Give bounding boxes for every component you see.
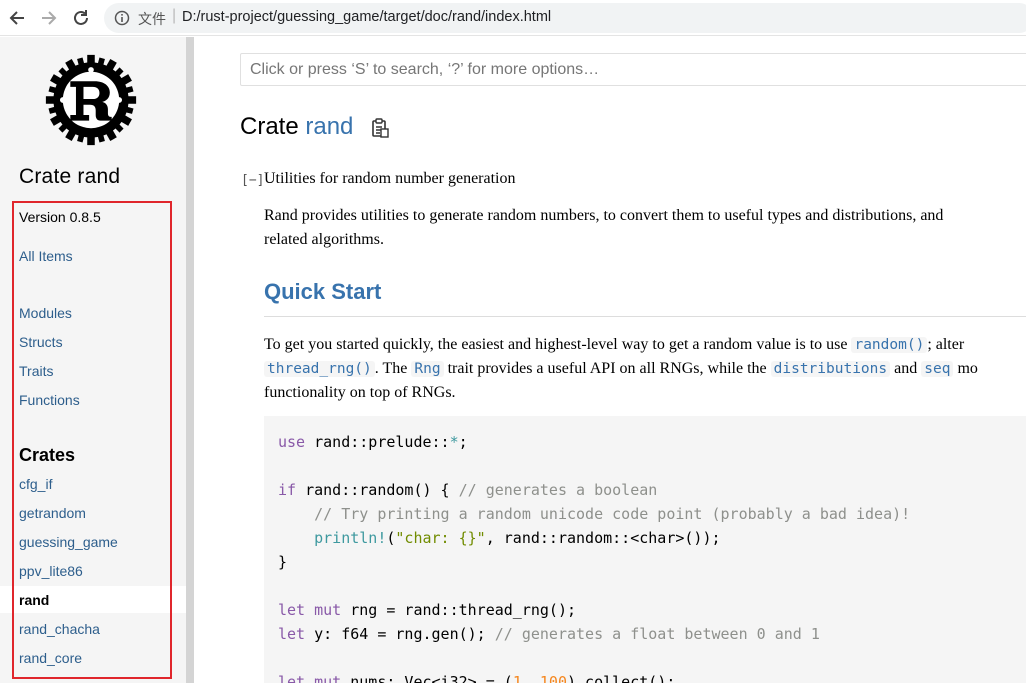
qs-text: trait provides a useful API on all RNGs,… — [443, 360, 771, 377]
sidebar: Crate rand Version 0.8.5 All Items Modul… — [0, 37, 186, 683]
sidebar-crate-title[interactable]: Crate rand — [19, 165, 120, 189]
copy-path-icon[interactable] — [371, 118, 389, 138]
sidebar-version: Version 0.8.5 — [19, 209, 101, 225]
search-input[interactable]: Click or press ‘S’ to search, ‘?’ for mo… — [240, 53, 1026, 86]
code-string: "char: {}" — [395, 529, 486, 547]
quick-start-line-3: functionality on top of RNGs. — [264, 384, 456, 401]
code-operator: .. — [521, 673, 540, 683]
code-text: rng = rand::thread_rng(); — [341, 601, 577, 619]
sidebar-item-modules[interactable]: Modules — [19, 305, 72, 321]
code-keyword: use — [278, 433, 306, 451]
sidebar-item-functions[interactable]: Functions — [19, 392, 80, 408]
code-keyword: mut — [314, 673, 342, 683]
code-text: ; — [458, 433, 468, 451]
page-title: Crate rand — [240, 113, 353, 141]
address-bar[interactable]: 文件 | D:/rust-project/guessing_game/targe… — [104, 3, 1026, 33]
collapse-toggle[interactable]: [−] — [241, 173, 264, 188]
code-text: , rand::random::<char>()); — [485, 529, 721, 547]
sidebar-crate-rand-chacha[interactable]: rand_chacha — [19, 621, 100, 637]
arrow-right-icon — [42, 11, 57, 25]
reload-icon — [74, 10, 88, 25]
rust-logo-icon[interactable] — [44, 53, 138, 147]
sidebar-item-traits[interactable]: Traits — [19, 363, 53, 379]
qs-text: . The — [374, 360, 412, 377]
code-macro: println! — [314, 529, 387, 547]
code-text: ).collect(); — [567, 673, 676, 683]
quick-start-line-1: To get you started quickly, the easiest … — [264, 333, 964, 357]
sidebar-crate-getrandom[interactable]: getrandom — [19, 505, 86, 521]
intro-paragraph-line-2: related algorithms. — [264, 231, 384, 248]
page-title-prefix: Crate — [240, 113, 306, 140]
thread-rng-link[interactable]: thread_rng() — [264, 361, 375, 377]
code-line: } — [278, 553, 288, 571]
code-comment: // Try printing a random unicode code po… — [314, 505, 911, 523]
code-number: 1 — [512, 673, 522, 683]
intro-paragraph-line-1: Rand provides utilities to generate rand… — [264, 207, 944, 224]
code-comment: // generates a boolean — [458, 481, 658, 499]
rng-trait-link[interactable]: Rng — [411, 361, 444, 377]
code-line: println!("char: {}", rand::random::<char… — [278, 529, 721, 547]
heading-divider — [264, 316, 1026, 317]
qs-text-tail: ; alter — [927, 336, 965, 353]
code-text: nums: Vec<i32> = ( — [341, 673, 513, 683]
sidebar-crates-heading: Crates — [19, 445, 76, 465]
code-line: let y: f64 = rng.gen(); // generates a f… — [278, 625, 820, 643]
code-operator: * — [449, 433, 459, 451]
quick-start-heading[interactable]: Quick Start — [264, 279, 381, 305]
page-title-crate-link[interactable]: rand — [305, 113, 353, 140]
site-label: 文件 — [138, 12, 166, 28]
code-keyword: mut — [314, 601, 342, 619]
quick-start-line-2: thread_rng(). The Rng trait provides a u… — [264, 357, 978, 381]
code-comment: // generates a float between 0 and 1 — [494, 625, 820, 643]
code-line: // Try printing a random unicode code po… — [278, 505, 910, 523]
code-keyword: let — [278, 673, 306, 683]
code-line: use rand::prelude::*; — [278, 433, 468, 451]
sidebar-all-items-link[interactable]: All Items — [19, 248, 73, 264]
code-number: 100 — [539, 673, 567, 683]
info-icon[interactable] — [114, 10, 130, 26]
sidebar-scrollbar[interactable] — [186, 37, 194, 683]
sidebar-crate-guessing-game[interactable]: guessing_game — [19, 534, 118, 550]
code-text: rand::prelude:: — [305, 433, 450, 451]
reload-button[interactable] — [70, 7, 92, 29]
code-example-block: use rand::prelude::*; if rand::random() … — [264, 416, 1026, 683]
url-text[interactable]: D:/rust-project/guessing_game/target/doc… — [182, 9, 551, 25]
crate-summary: Utilities for random number generation — [264, 170, 516, 187]
url-separator: | — [172, 7, 177, 24]
seq-link[interactable]: seq — [921, 361, 954, 377]
sidebar-crate-rand[interactable]: rand — [19, 592, 49, 608]
sidebar-crate-cfg-if[interactable]: cfg_if — [19, 476, 52, 492]
random-fn-link[interactable]: random() — [851, 337, 928, 353]
sidebar-crate-rand-core[interactable]: rand_core — [19, 650, 82, 666]
code-text: rand::random() { — [296, 481, 459, 499]
qs-text: and — [890, 360, 922, 377]
qs-text-tail: mo — [953, 360, 978, 377]
code-line: if rand::random() { // generates a boole… — [278, 481, 657, 499]
browser-toolbar: 文件 | D:/rust-project/guessing_game/targe… — [0, 0, 1026, 36]
arrow-left-icon — [9, 11, 24, 25]
code-line: let mut rng = rand::thread_rng(); — [278, 601, 576, 619]
code-keyword: let — [278, 625, 306, 643]
back-button[interactable] — [6, 7, 28, 29]
search-placeholder: Click or press ‘S’ to search, ‘?’ for mo… — [250, 61, 600, 78]
distributions-link[interactable]: distributions — [770, 361, 891, 377]
code-line: let mut nums: Vec<i32> = (1..100).collec… — [278, 673, 675, 683]
code-keyword: if — [278, 481, 297, 499]
forward-button[interactable] — [38, 7, 60, 29]
qs-text: To get you started quickly, the easiest … — [264, 336, 852, 353]
code-text: y: f64 = rng.gen(); — [305, 625, 495, 643]
code-keyword: let — [278, 601, 306, 619]
sidebar-item-structs[interactable]: Structs — [19, 334, 63, 350]
sidebar-crate-ppv-lite86[interactable]: ppv_lite86 — [19, 563, 83, 579]
